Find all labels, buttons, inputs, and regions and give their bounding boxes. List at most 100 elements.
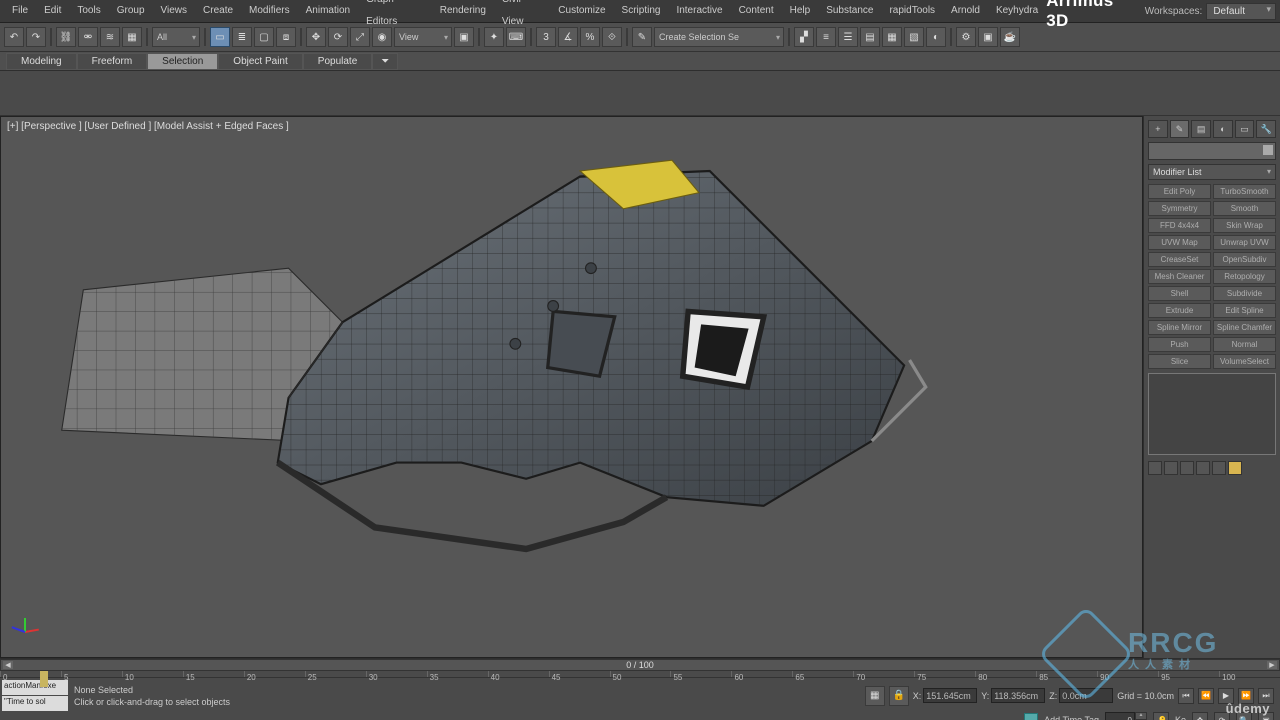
menu-edit[interactable]: Edit [36, 0, 69, 22]
object-color-swatch[interactable] [1263, 145, 1273, 155]
snap-toggle-button[interactable]: 3 [536, 27, 556, 47]
toggle-ribbon-button[interactable]: ▤ [860, 27, 880, 47]
remove-mod-icon[interactable] [1196, 461, 1210, 475]
menu-animation[interactable]: Animation [298, 0, 358, 22]
menu-arnold[interactable]: Arnold [943, 0, 988, 22]
coord-z-input[interactable] [1059, 688, 1113, 703]
move-button[interactable]: ✥ [306, 27, 326, 47]
time-left-icon[interactable]: ◀ [3, 661, 13, 669]
link-button[interactable]: ⛓ [56, 27, 76, 47]
mod-retopology[interactable]: Retopology [1213, 269, 1276, 284]
show-end-result-icon[interactable] [1164, 461, 1178, 475]
placement-button[interactable]: ◉ [372, 27, 392, 47]
select-region-rect-button[interactable]: ▢ [254, 27, 274, 47]
selection-filter-dropdown[interactable]: All [152, 27, 200, 47]
menu-group[interactable]: Group [109, 0, 153, 22]
selection-lock-icon[interactable]: 🔒 [889, 686, 909, 706]
mod-smooth[interactable]: Smooth [1213, 201, 1276, 216]
curve-editor-button[interactable]: ▦ [882, 27, 902, 47]
menu-rendering[interactable]: Rendering [432, 0, 494, 22]
tab-toggle[interactable]: ⏷ [372, 53, 398, 70]
undo-button[interactable]: ↶ [4, 27, 24, 47]
tab-hierarchy-icon[interactable]: ▤ [1191, 120, 1211, 138]
coord-y-input[interactable] [991, 688, 1045, 703]
menu-rapidtools[interactable]: rapidTools [881, 0, 943, 22]
configure-sets-icon[interactable] [1212, 461, 1226, 475]
mod-extrude[interactable]: Extrude [1148, 303, 1211, 318]
tab-objectpaint[interactable]: Object Paint [218, 53, 302, 70]
menu-file[interactable]: File [4, 0, 36, 22]
menu-tools[interactable]: Tools [69, 0, 108, 22]
play-button[interactable]: ▶ [1218, 688, 1234, 704]
layers-button[interactable]: ☰ [838, 27, 858, 47]
tab-selection[interactable]: Selection [147, 53, 218, 70]
modifier-list-dropdown[interactable]: Modifier List [1148, 164, 1276, 180]
tab-modeling[interactable]: Modeling [6, 53, 77, 70]
current-frame-spinner[interactable]: ▲▼ [1105, 712, 1147, 720]
menu-modifiers[interactable]: Modifiers [241, 0, 298, 22]
align-button[interactable]: ≡ [816, 27, 836, 47]
add-time-tag-label[interactable]: Add Time Tag [1044, 715, 1099, 720]
edit-named-sel-button[interactable]: ✎ [632, 27, 652, 47]
rotate-button[interactable]: ⟳ [328, 27, 348, 47]
tab-populate[interactable]: Populate [303, 53, 372, 70]
current-frame-input[interactable] [1105, 712, 1135, 720]
menu-help[interactable]: Help [782, 0, 819, 22]
redo-button[interactable]: ↷ [26, 27, 46, 47]
mod-splinemirror[interactable]: Spline Mirror [1148, 320, 1211, 335]
viewport-nav-orbit-icon[interactable]: ⟳ [1214, 712, 1230, 720]
modifier-stack[interactable] [1148, 373, 1276, 455]
viewport-nav-max-icon[interactable]: ▣ [1258, 712, 1274, 720]
tab-display-icon[interactable]: ▭ [1235, 120, 1255, 138]
mod-shell[interactable]: Shell [1148, 286, 1211, 301]
mirror-button[interactable]: ▞ [794, 27, 814, 47]
menu-keyhydra[interactable]: Keyhydra [988, 0, 1046, 22]
ref-coord-dropdown[interactable]: View [394, 27, 452, 47]
viewport-nav-zoom-icon[interactable]: 🔍 [1236, 712, 1252, 720]
make-unique-icon[interactable] [1180, 461, 1194, 475]
mod-meshcleaner[interactable]: Mesh Cleaner [1148, 269, 1211, 284]
tab-utilities-icon[interactable]: 🔧 [1256, 120, 1276, 138]
spinner-snap-button[interactable]: ⟐ [602, 27, 622, 47]
tab-freeform[interactable]: Freeform [77, 53, 148, 70]
mod-volsselect[interactable]: VolumeSelect [1213, 354, 1276, 369]
select-by-name-button[interactable]: ≣ [232, 27, 252, 47]
menu-substance[interactable]: Substance [818, 0, 881, 22]
tab-create-icon[interactable]: + [1148, 120, 1168, 138]
mod-subdivide[interactable]: Subdivide [1213, 286, 1276, 301]
configure-mod-sets-icon[interactable] [1228, 461, 1242, 475]
schematic-button[interactable]: ▦ [122, 27, 142, 47]
percent-snap-button[interactable]: % [580, 27, 600, 47]
time-ruler[interactable]: 0510152025303540455055606570758085909510… [0, 671, 1280, 678]
isolate-toggle-icon[interactable]: ▦ [865, 686, 885, 706]
menu-content[interactable]: Content [731, 0, 782, 22]
mod-symmetry[interactable]: Symmetry [1148, 201, 1211, 216]
pin-stack-icon[interactable] [1148, 461, 1162, 475]
workspaces-selector[interactable]: Default [1206, 3, 1276, 20]
mod-creaseset[interactable]: CreaseSet [1148, 252, 1211, 267]
render-button[interactable]: ☕ [1000, 27, 1020, 47]
next-frame-button[interactable]: ⏩ [1238, 688, 1254, 704]
time-tag-icon[interactable] [1024, 713, 1038, 720]
schematic-view-button[interactable]: ▧ [904, 27, 924, 47]
menu-customize[interactable]: Customize [550, 0, 613, 22]
mod-push[interactable]: Push [1148, 337, 1211, 352]
menu-scripting[interactable]: Scripting [614, 0, 669, 22]
mod-editpoly[interactable]: Edit Poly [1148, 184, 1211, 199]
mod-slice[interactable]: Slice [1148, 354, 1211, 369]
select-manipulate-button[interactable]: ✦ [484, 27, 504, 47]
mod-turbosmooth[interactable]: TurboSmooth [1213, 184, 1276, 199]
coord-x-input[interactable] [923, 688, 977, 703]
named-sel-dropdown[interactable]: Create Selection Se [654, 27, 784, 47]
menu-views[interactable]: Views [153, 0, 196, 22]
angle-snap-button[interactable]: ∡ [558, 27, 578, 47]
viewport[interactable]: [+] [Perspective ] [User Defined ] [Mode… [0, 116, 1143, 658]
scale-button[interactable]: ⤢ [350, 27, 370, 47]
mod-uvwmap[interactable]: UVW Map [1148, 235, 1211, 250]
use-pivot-center-button[interactable]: ▣ [454, 27, 474, 47]
menu-interactive[interactable]: Interactive [668, 0, 730, 22]
goto-end-button[interactable]: ⏭ [1258, 688, 1274, 704]
viewport-nav-pan-icon[interactable]: ✥ [1192, 712, 1208, 720]
keyboard-shortcut-button[interactable]: ⌨ [506, 27, 526, 47]
goto-start-button[interactable]: ⏮ [1178, 688, 1194, 704]
